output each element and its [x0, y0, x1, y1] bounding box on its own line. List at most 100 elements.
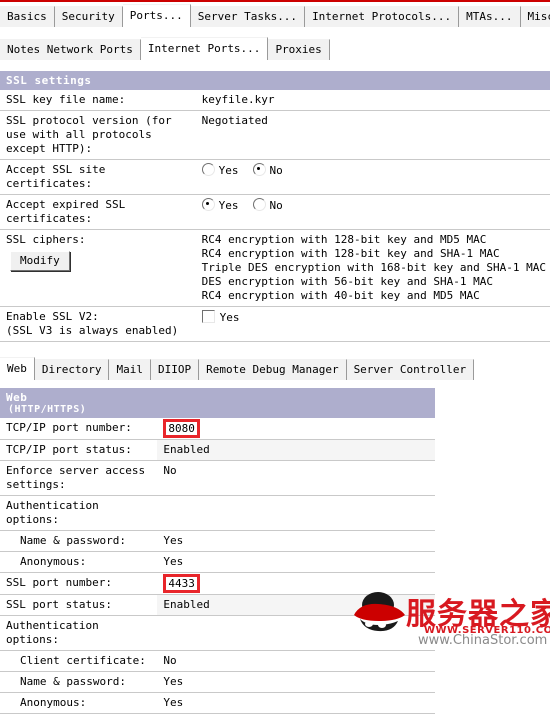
- checkbox-icon[interactable]: [202, 310, 215, 323]
- protocoltab-directory[interactable]: Directory: [35, 359, 110, 380]
- primary-tab-bar[interactable]: BasicsSecurityPorts...Server Tasks...Int…: [0, 3, 550, 27]
- accept-expired-yes-radio[interactable]: Yes: [202, 198, 239, 213]
- enable-sslv2-cell: Enable SSL V2: (SSL V3 is always enabled…: [0, 307, 196, 342]
- table-row: Anonymous:Yes: [0, 693, 435, 714]
- enable-sslv2-checkbox-label: Yes: [220, 311, 240, 324]
- web-row-value[interactable]: Yes: [157, 552, 435, 573]
- ssl-settings-title: SSL settings: [6, 74, 91, 87]
- web-row-value[interactable]: Yes: [157, 531, 435, 552]
- web-section-title: Web: [6, 391, 27, 404]
- protocoltab-mail[interactable]: Mail: [109, 359, 151, 380]
- enable-sslv2-note: (SSL V3 is always enabled): [6, 324, 192, 338]
- watermark-url-red: WWW.SERVER110.COM: [424, 625, 550, 636]
- web-settings-table: TCP/IP port number: 8080 TCP/IP port statu…: [0, 418, 435, 714]
- tab-mtas[interactable]: MTAs...: [459, 6, 520, 27]
- web-section: Web (HTTP/HTTPS) TCP/IP port number: 8080…: [0, 388, 435, 714]
- watermark-url-gray: www.ChinaStor.com: [418, 633, 547, 648]
- table-row: Name & password:Yes: [0, 531, 435, 552]
- protocoltab-server-controller[interactable]: Server Controller: [347, 359, 475, 380]
- protocoltab-web[interactable]: Web: [0, 357, 35, 380]
- spacer-above-protocol-tabs: [0, 342, 550, 356]
- web-row-value[interactable]: 4433: [157, 573, 435, 595]
- modify-ciphers-button[interactable]: Modify: [10, 251, 70, 271]
- table-row: Enable SSL V2: (SSL V3 is always enabled…: [0, 307, 550, 342]
- accept-site-yes-radio[interactable]: Yes: [202, 163, 239, 178]
- web-section-subtitle: (HTTP/HTTPS): [6, 404, 429, 415]
- table-row: SSL port number: 4433: [0, 573, 435, 595]
- web-row-value[interactable]: Enabled: [157, 440, 435, 461]
- highlight-box: 8080: [163, 419, 200, 438]
- cipher-item: RC4 encryption with 40-bit key and MD5 M…: [202, 289, 546, 303]
- protocoltab-diiop[interactable]: DIIOP: [151, 359, 199, 380]
- tab-ports[interactable]: Ports...: [123, 4, 191, 27]
- web-row-value[interactable]: No: [157, 461, 435, 496]
- table-row: Authentication options:: [0, 496, 435, 531]
- web-row-value[interactable]: 8080: [157, 418, 435, 440]
- accept-ssl-site-certs-radios[interactable]: Yes No: [196, 160, 550, 195]
- web-row-label: TCP/IP port number:: [0, 418, 157, 440]
- accept-site-no-radio[interactable]: No: [253, 163, 283, 178]
- spacer-above-ssl: [0, 60, 550, 71]
- table-row: SSL protocol version (for use with all p…: [0, 111, 550, 160]
- ssl-settings-table: SSL key file name: keyfile.kyr SSL proto…: [0, 90, 550, 342]
- radio-label-yes: Yes: [219, 199, 239, 212]
- web-row-value[interactable]: [157, 496, 435, 531]
- ssl-ciphers-list: RC4 encryption with 128-bit key and MD5 …: [196, 230, 550, 307]
- ssl-key-file-label: SSL key file name:: [0, 90, 196, 111]
- web-row-value[interactable]: Yes: [157, 693, 435, 714]
- table-row: Client certificate:No: [0, 651, 435, 672]
- cipher-item: RC4 encryption with 128-bit key and SHA-…: [202, 247, 546, 261]
- web-row-value[interactable]: No: [157, 651, 435, 672]
- ssl-ciphers-cell: SSL ciphers: Modify: [0, 230, 196, 307]
- tab-basics[interactable]: Basics: [0, 6, 55, 27]
- highlight-box: 4433: [163, 574, 200, 593]
- ssl-protocol-version-value[interactable]: Negotiated: [196, 111, 550, 160]
- radio-icon: [202, 163, 215, 176]
- table-row: Enforce server access settings:No: [0, 461, 435, 496]
- table-row: SSL key file name: keyfile.kyr: [0, 90, 550, 111]
- web-row-label: Authentication options:: [0, 616, 157, 651]
- spacer-above-web: [0, 380, 550, 388]
- web-row-label: Authentication options:: [0, 496, 157, 531]
- radio-label-no: No: [270, 164, 283, 177]
- protocol-tab-bar[interactable]: WebDirectoryMailDIIOPRemote Debug Manage…: [0, 356, 550, 380]
- ssl-ciphers-label: SSL ciphers:: [6, 233, 192, 247]
- tab-server-tasks[interactable]: Server Tasks...: [191, 6, 305, 27]
- accept-expired-ssl-certs-radios[interactable]: Yes No: [196, 195, 550, 230]
- web-row-value[interactable]: Enabled: [157, 595, 435, 616]
- table-row: SSL port status:Enabled: [0, 595, 435, 616]
- web-row-label: Client certificate:: [0, 651, 157, 672]
- tab-miscellaneous[interactable]: Miscellaneous: [521, 6, 550, 27]
- ssl-protocol-version-label: SSL protocol version (for use with all p…: [0, 111, 196, 160]
- web-row-label: TCP/IP port status:: [0, 440, 157, 461]
- subtab-proxies[interactable]: Proxies: [268, 39, 329, 60]
- accept-expired-no-radio[interactable]: No: [253, 198, 283, 213]
- enable-sslv2-checkbox-cell[interactable]: Yes: [196, 307, 550, 342]
- ssl-key-file-value[interactable]: keyfile.kyr: [196, 90, 550, 111]
- radio-label-no: No: [270, 199, 283, 212]
- table-row: TCP/IP port number: 8080: [0, 418, 435, 440]
- tab-security[interactable]: Security: [55, 6, 123, 27]
- cipher-item: Triple DES encryption with 168-bit key a…: [202, 261, 546, 275]
- secondary-tab-bar[interactable]: Notes Network PortsInternet Ports...Prox…: [0, 36, 550, 60]
- cipher-item: DES encryption with 56-bit key and SHA-1…: [202, 275, 546, 289]
- subtab-internet-ports[interactable]: Internet Ports...: [141, 37, 269, 60]
- tab-internet-protocols[interactable]: Internet Protocols...: [305, 6, 459, 27]
- radio-icon: [253, 198, 266, 211]
- top-accent-rule: [0, 0, 550, 2]
- table-row: Authentication options:: [0, 616, 435, 651]
- web-row-label: SSL port number:: [0, 573, 157, 595]
- web-row-label: Anonymous:: [0, 552, 157, 573]
- web-row-label: Enforce server access settings:: [0, 461, 157, 496]
- web-row-label: Name & password:: [0, 531, 157, 552]
- radio-icon: [202, 198, 215, 211]
- web-row-value[interactable]: [157, 616, 435, 651]
- enable-sslv2-label: Enable SSL V2:: [6, 310, 192, 324]
- subtab-notes-network-ports[interactable]: Notes Network Ports: [0, 39, 141, 60]
- accept-ssl-site-certs-label: Accept SSL site certificates:: [0, 160, 196, 195]
- table-row: Accept expired SSL certificates: YesNo: [0, 195, 550, 230]
- web-row-value[interactable]: Yes: [157, 672, 435, 693]
- protocoltab-remote-debug-manager[interactable]: Remote Debug Manager: [199, 359, 346, 380]
- radio-icon: [253, 163, 266, 176]
- web-section-header: Web (HTTP/HTTPS): [0, 388, 435, 418]
